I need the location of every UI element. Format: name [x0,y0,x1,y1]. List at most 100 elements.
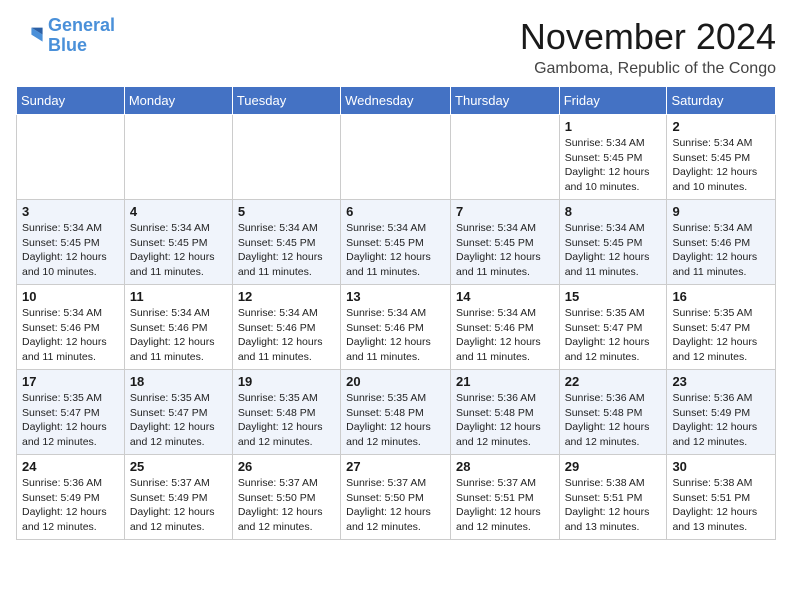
day-number: 11 [130,289,227,304]
day-number: 16 [672,289,770,304]
day-number: 9 [672,204,770,219]
location-title: Gamboma, Republic of the Congo [520,60,776,78]
day-info: Sunrise: 5:35 AM Sunset: 5:48 PM Dayligh… [346,391,445,450]
day-cell [17,115,125,200]
day-number: 18 [130,374,227,389]
day-number: 14 [456,289,554,304]
day-cell: 8Sunrise: 5:34 AM Sunset: 5:45 PM Daylig… [559,200,667,285]
day-info: Sunrise: 5:37 AM Sunset: 5:51 PM Dayligh… [456,476,554,535]
day-number: 27 [346,459,445,474]
day-number: 15 [565,289,662,304]
day-info: Sunrise: 5:34 AM Sunset: 5:46 PM Dayligh… [238,306,335,365]
day-number: 30 [672,459,770,474]
day-number: 29 [565,459,662,474]
weekday-header-wednesday: Wednesday [341,87,451,115]
day-number: 12 [238,289,335,304]
day-cell: 20 Sunrise: 5:35 AM Sunset: 5:48 PM Dayli… [341,370,451,455]
day-info: Sunrise: 5:35 AM Sunset: 5:47 PM Dayligh… [22,391,119,450]
day-info: Sunrise: 5:37 AM Sunset: 5:50 PM Dayligh… [238,476,335,535]
day-info: Sunrise: 5:35 AM Sunset: 5:48 PM Dayligh… [238,391,335,450]
day-cell: 24 Sunrise: 5:36 AM Sunset: 5:49 PM Dayli… [17,455,125,540]
day-info: Sunrise: 5:34 AM Sunset: 5:45 PM Dayligh… [22,221,119,280]
day-info: Sunrise: 5:36 AM Sunset: 5:49 PM Dayligh… [22,476,119,535]
day-number: 20 [346,374,445,389]
day-cell: 9 Sunrise: 5:34 AM Sunset: 5:46 PM Daylig… [667,200,776,285]
day-number: 2 [672,119,770,134]
day-cell [451,115,560,200]
day-info: Sunrise: 5:34 AM Sunset: 5:46 PM Dayligh… [346,306,445,365]
day-info: Sunrise: 5:34 AM Sunset: 5:46 PM Dayligh… [130,306,227,365]
day-number: 26 [238,459,335,474]
week-row-3: 17Sunrise: 5:35 AM Sunset: 5:47 PM Dayli… [17,370,776,455]
week-row-1: 3Sunrise: 5:34 AM Sunset: 5:45 PM Daylig… [17,200,776,285]
day-number: 28 [456,459,554,474]
day-cell: 29 Sunrise: 5:38 AM Sunset: 5:51 PM Dayli… [559,455,667,540]
day-cell: 30 Sunrise: 5:38 AM Sunset: 5:51 PM Dayli… [667,455,776,540]
logo-icon [16,22,44,50]
day-number: 6 [346,204,445,219]
logo: General Blue [16,16,115,56]
day-info: Sunrise: 5:34 AM Sunset: 5:45 PM Dayligh… [565,136,662,195]
day-number: 13 [346,289,445,304]
day-cell: 1 Sunrise: 5:34 AM Sunset: 5:45 PM Daylig… [559,115,667,200]
day-cell: 15 Sunrise: 5:35 AM Sunset: 5:47 PM Dayli… [559,285,667,370]
day-info: Sunrise: 5:36 AM Sunset: 5:48 PM Dayligh… [456,391,554,450]
day-cell: 14 Sunrise: 5:34 AM Sunset: 5:46 PM Dayli… [451,285,560,370]
logo-text: General Blue [48,16,115,56]
month-title: November 2024 [520,16,776,58]
week-row-0: 1 Sunrise: 5:34 AM Sunset: 5:45 PM Daylig… [17,115,776,200]
weekday-header-friday: Friday [559,87,667,115]
day-cell [232,115,340,200]
day-cell: 5 Sunrise: 5:34 AM Sunset: 5:45 PM Daylig… [232,200,340,285]
weekday-header-row: SundayMondayTuesdayWednesdayThursdayFrid… [17,87,776,115]
day-cell: 17Sunrise: 5:35 AM Sunset: 5:47 PM Dayli… [17,370,125,455]
day-info: Sunrise: 5:36 AM Sunset: 5:48 PM Dayligh… [565,391,662,450]
day-info: Sunrise: 5:34 AM Sunset: 5:45 PM Dayligh… [456,221,554,280]
day-number: 5 [238,204,335,219]
day-cell: 11 Sunrise: 5:34 AM Sunset: 5:46 PM Dayli… [124,285,232,370]
day-info: Sunrise: 5:34 AM Sunset: 5:45 PM Dayligh… [238,221,335,280]
week-row-4: 24 Sunrise: 5:36 AM Sunset: 5:49 PM Dayli… [17,455,776,540]
day-cell: 2 Sunrise: 5:34 AM Sunset: 5:45 PM Daylig… [667,115,776,200]
day-cell: 26 Sunrise: 5:37 AM Sunset: 5:50 PM Dayli… [232,455,340,540]
day-info: Sunrise: 5:38 AM Sunset: 5:51 PM Dayligh… [672,476,770,535]
day-number: 8 [565,204,662,219]
day-cell: 4Sunrise: 5:34 AM Sunset: 5:45 PM Daylig… [124,200,232,285]
day-info: Sunrise: 5:35 AM Sunset: 5:47 PM Dayligh… [130,391,227,450]
day-cell [124,115,232,200]
weekday-header-tuesday: Tuesday [232,87,340,115]
day-number: 7 [456,204,554,219]
day-cell: 6Sunrise: 5:34 AM Sunset: 5:45 PM Daylig… [341,200,451,285]
day-number: 1 [565,119,662,134]
weekday-header-sunday: Sunday [17,87,125,115]
day-number: 4 [130,204,227,219]
weekday-header-monday: Monday [124,87,232,115]
weekday-header-saturday: Saturday [667,87,776,115]
week-row-2: 10 Sunrise: 5:34 AM Sunset: 5:46 PM Dayli… [17,285,776,370]
day-number: 23 [672,374,770,389]
day-info: Sunrise: 5:37 AM Sunset: 5:49 PM Dayligh… [130,476,227,535]
weekday-header-thursday: Thursday [451,87,560,115]
day-number: 10 [22,289,119,304]
day-info: Sunrise: 5:37 AM Sunset: 5:50 PM Dayligh… [346,476,445,535]
day-cell: 12 Sunrise: 5:34 AM Sunset: 5:46 PM Dayli… [232,285,340,370]
day-cell: 23 Sunrise: 5:36 AM Sunset: 5:49 PM Dayli… [667,370,776,455]
day-cell: 3Sunrise: 5:34 AM Sunset: 5:45 PM Daylig… [17,200,125,285]
day-number: 24 [22,459,119,474]
day-info: Sunrise: 5:36 AM Sunset: 5:49 PM Dayligh… [672,391,770,450]
day-cell: 7 Sunrise: 5:34 AM Sunset: 5:45 PM Daylig… [451,200,560,285]
day-info: Sunrise: 5:34 AM Sunset: 5:46 PM Dayligh… [456,306,554,365]
day-info: Sunrise: 5:38 AM Sunset: 5:51 PM Dayligh… [565,476,662,535]
day-info: Sunrise: 5:35 AM Sunset: 5:47 PM Dayligh… [672,306,770,365]
day-info: Sunrise: 5:34 AM Sunset: 5:46 PM Dayligh… [672,221,770,280]
day-number: 19 [238,374,335,389]
day-info: Sunrise: 5:35 AM Sunset: 5:47 PM Dayligh… [565,306,662,365]
day-number: 25 [130,459,227,474]
day-cell: 18 Sunrise: 5:35 AM Sunset: 5:47 PM Dayli… [124,370,232,455]
day-cell: 21Sunrise: 5:36 AM Sunset: 5:48 PM Dayli… [451,370,560,455]
day-cell: 28 Sunrise: 5:37 AM Sunset: 5:51 PM Dayli… [451,455,560,540]
day-info: Sunrise: 5:34 AM Sunset: 5:46 PM Dayligh… [22,306,119,365]
day-info: Sunrise: 5:34 AM Sunset: 5:45 PM Dayligh… [672,136,770,195]
day-cell: 16 Sunrise: 5:35 AM Sunset: 5:47 PM Dayli… [667,285,776,370]
day-cell: 10 Sunrise: 5:34 AM Sunset: 5:46 PM Dayli… [17,285,125,370]
